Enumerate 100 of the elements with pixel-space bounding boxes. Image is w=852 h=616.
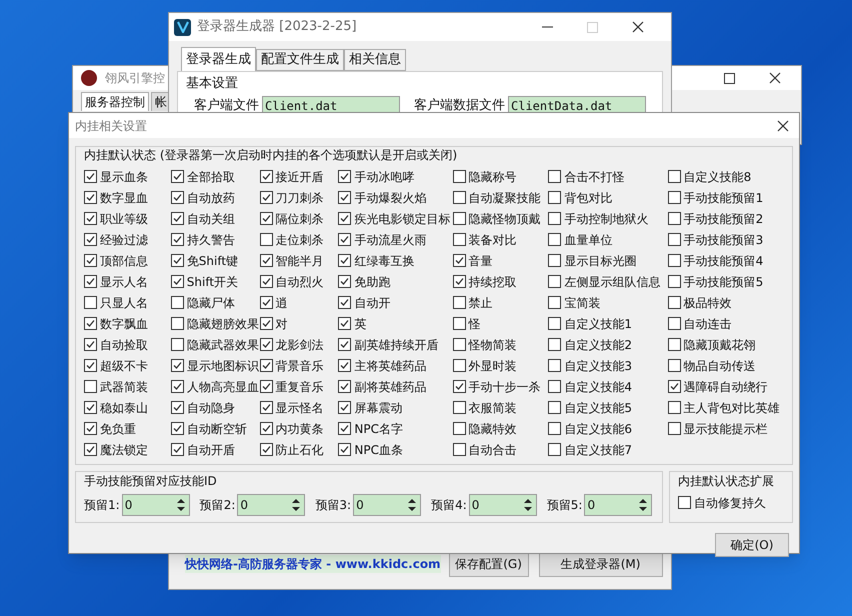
checkbox[interactable] [84, 191, 97, 204]
checkbox[interactable] [338, 380, 352, 393]
checkbox[interactable] [338, 254, 352, 267]
checkbox[interactable] [452, 422, 466, 435]
checkbox[interactable] [338, 170, 352, 183]
close-icon[interactable] [632, 21, 644, 33]
checkbox[interactable] [668, 422, 681, 435]
spin-field[interactable]: 0 [584, 494, 652, 516]
checkbox[interactable] [170, 170, 184, 183]
maximize-icon[interactable] [724, 72, 735, 84]
checkbox[interactable] [452, 191, 466, 204]
checkbox[interactable] [668, 359, 681, 372]
checkbox[interactable] [338, 296, 352, 309]
checkbox[interactable] [548, 191, 562, 204]
spinner-arrows-icon[interactable] [522, 498, 533, 512]
checkbox[interactable] [338, 401, 352, 414]
checkbox[interactable] [260, 443, 272, 456]
checkbox[interactable] [260, 359, 272, 372]
checkbox[interactable] [668, 275, 681, 288]
checkbox[interactable] [452, 170, 466, 183]
checkbox[interactable] [548, 317, 562, 330]
checkbox[interactable] [668, 233, 681, 246]
checkbox[interactable] [260, 296, 272, 309]
checkbox[interactable] [548, 338, 562, 351]
checkbox[interactable] [260, 233, 272, 246]
spinner-arrows-icon[interactable] [291, 498, 302, 512]
checkbox[interactable] [338, 422, 352, 435]
checkbox[interactable] [170, 359, 184, 372]
checkbox[interactable] [84, 170, 97, 183]
checkbox[interactable] [338, 317, 352, 330]
checkbox[interactable] [170, 233, 184, 246]
checkbox[interactable] [170, 317, 184, 330]
checkbox[interactable] [668, 191, 681, 204]
tab[interactable]: 相关信息 [344, 49, 406, 71]
checkbox[interactable] [668, 317, 681, 330]
checkbox[interactable] [260, 212, 272, 225]
checkbox[interactable] [452, 296, 466, 309]
checkbox[interactable] [452, 254, 466, 267]
website-link[interactable]: 快快网络-高防服务器专家 - www.kkidc.com [185, 555, 441, 573]
minimize-icon[interactable] [542, 26, 553, 28]
checkbox[interactable] [548, 359, 562, 372]
checkbox[interactable] [452, 275, 466, 288]
checkbox[interactable] [548, 422, 562, 435]
checkbox[interactable] [260, 191, 272, 204]
checkbox[interactable] [548, 233, 562, 246]
checkbox[interactable] [338, 275, 352, 288]
checkbox[interactable] [260, 380, 272, 393]
checkbox[interactable] [452, 317, 466, 330]
checkbox[interactable] [260, 317, 272, 330]
checkbox[interactable] [452, 338, 466, 351]
spinner-arrows-icon[interactable] [407, 498, 418, 512]
spinner-arrows-icon[interactable] [176, 498, 186, 512]
checkbox[interactable] [170, 191, 184, 204]
checkbox[interactable] [452, 359, 466, 372]
checkbox[interactable] [338, 191, 352, 204]
checkbox[interactable] [84, 422, 97, 435]
checkbox[interactable] [668, 401, 681, 414]
checkbox[interactable] [452, 233, 466, 246]
checkbox[interactable] [170, 254, 184, 267]
checkbox[interactable] [548, 380, 562, 393]
checkbox[interactable] [668, 170, 681, 183]
checkbox[interactable] [260, 338, 272, 351]
checkbox[interactable] [170, 443, 184, 456]
checkbox[interactable] [548, 170, 562, 183]
checkbox[interactable] [84, 359, 97, 372]
checkbox[interactable] [548, 296, 562, 309]
checkbox[interactable] [170, 296, 184, 309]
checkbox[interactable] [260, 254, 272, 267]
checkbox[interactable] [338, 212, 352, 225]
tab[interactable]: 服务器控制 [81, 92, 149, 111]
checkbox[interactable] [260, 275, 272, 288]
checkbox[interactable] [170, 380, 184, 393]
checkbox[interactable] [548, 254, 562, 267]
checkbox[interactable] [338, 359, 352, 372]
spinner-arrows-icon[interactable] [638, 498, 648, 512]
checkbox[interactable] [452, 443, 466, 456]
close-icon[interactable] [777, 120, 789, 132]
checkbox[interactable] [668, 296, 681, 309]
checkbox[interactable] [452, 401, 466, 414]
checkbox[interactable] [170, 422, 184, 435]
checkbox[interactable] [84, 380, 97, 393]
checkbox[interactable] [170, 401, 184, 414]
checkbox[interactable] [338, 443, 352, 456]
checkbox[interactable] [84, 233, 97, 246]
spin-field[interactable]: 0 [122, 494, 190, 516]
checkbox[interactable] [84, 338, 97, 351]
checkbox[interactable] [170, 338, 184, 351]
checkbox[interactable] [668, 338, 681, 351]
checkbox[interactable] [84, 401, 97, 414]
tab[interactable]: 登录器生成 [181, 47, 256, 71]
checkbox[interactable] [548, 212, 562, 225]
checkbox[interactable] [260, 422, 272, 435]
checkbox[interactable] [170, 212, 184, 225]
tab[interactable]: 配置文件生成 [256, 49, 344, 71]
spin-field[interactable]: 0 [353, 494, 422, 516]
close-icon[interactable] [769, 72, 781, 84]
checkbox[interactable] [84, 275, 97, 288]
checkbox[interactable] [84, 254, 97, 267]
checkbox[interactable] [548, 275, 562, 288]
checkbox[interactable] [668, 212, 681, 225]
